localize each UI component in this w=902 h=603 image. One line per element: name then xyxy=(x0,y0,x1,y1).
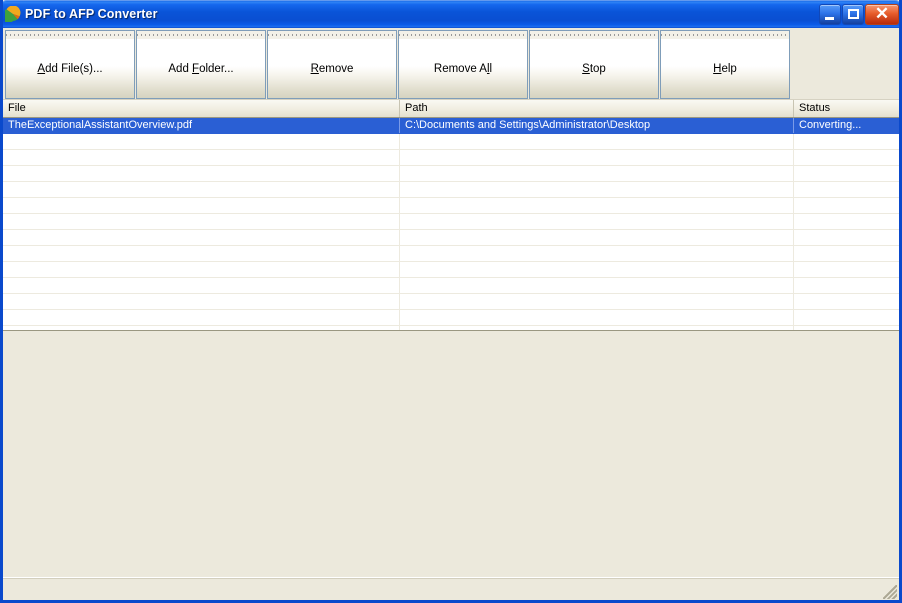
remove-all-button[interactable]: Remove All xyxy=(398,30,528,99)
cell-empty xyxy=(3,214,400,229)
file-list-view[interactable]: File Path Status TheExceptionalAssistant… xyxy=(3,100,899,331)
cell-empty xyxy=(400,262,794,277)
toolbar-empty-area xyxy=(791,30,899,99)
add-folder-button[interactable]: Add Folder... xyxy=(136,30,266,99)
cell-empty xyxy=(3,182,400,197)
table-row[interactable] xyxy=(3,214,899,230)
button-grip-strip xyxy=(660,30,790,39)
table-row[interactable]: TheExceptionalAssistantOverview.pdf C:\D… xyxy=(3,118,899,134)
file-list-header: File Path Status xyxy=(3,100,899,118)
table-row[interactable] xyxy=(3,310,899,326)
cell-empty xyxy=(3,278,400,293)
cell-empty xyxy=(794,182,899,197)
cell-empty xyxy=(400,294,794,309)
title-bar[interactable]: PDF to AFP Converter ✕ xyxy=(3,0,899,28)
column-header-file[interactable]: File xyxy=(3,100,400,117)
cell-empty xyxy=(794,214,899,229)
add-files-button[interactable]: Add File(s)... xyxy=(5,30,135,99)
cell-empty xyxy=(794,166,899,181)
table-row[interactable] xyxy=(3,134,899,150)
application-window: PDF to AFP Converter ✕ Add File(s)... Ad… xyxy=(0,0,902,603)
cell-empty xyxy=(794,310,899,325)
close-button[interactable]: ✕ xyxy=(865,3,899,25)
maximize-button[interactable] xyxy=(842,3,864,25)
cell-empty xyxy=(400,134,794,149)
status-bar xyxy=(3,577,899,600)
button-face: Add File(s)... xyxy=(5,39,135,99)
cell-empty xyxy=(3,166,400,181)
cell-empty xyxy=(3,294,400,309)
table-row[interactable] xyxy=(3,230,899,246)
cell-path: C:\Documents and Settings\Administrator\… xyxy=(400,118,794,133)
cell-empty xyxy=(794,278,899,293)
cell-empty xyxy=(400,214,794,229)
cell-empty xyxy=(3,310,400,325)
add-files-label: Add File(s)... xyxy=(37,62,103,75)
toolbar: Add File(s)... Add Folder... Remove Remo… xyxy=(3,28,899,100)
cell-empty xyxy=(794,150,899,165)
cell-empty xyxy=(3,134,400,149)
window-controls: ✕ xyxy=(819,3,899,25)
table-row[interactable] xyxy=(3,182,899,198)
remove-all-label: Remove All xyxy=(433,62,493,75)
cell-empty xyxy=(3,150,400,165)
table-row[interactable] xyxy=(3,278,899,294)
file-list-rows: TheExceptionalAssistantOverview.pdf C:\D… xyxy=(3,118,899,330)
cell-empty xyxy=(400,246,794,261)
column-header-status[interactable]: Status xyxy=(794,100,899,117)
cell-empty xyxy=(794,198,899,213)
cell-empty xyxy=(3,262,400,277)
cell-empty xyxy=(400,230,794,245)
cell-empty xyxy=(3,230,400,245)
remove-button[interactable]: Remove xyxy=(267,30,397,99)
cell-empty xyxy=(794,230,899,245)
resize-grip-icon[interactable] xyxy=(883,585,897,599)
remove-label: Remove xyxy=(310,62,354,75)
button-grip-strip xyxy=(5,30,135,39)
table-row[interactable] xyxy=(3,166,899,182)
help-label: Help xyxy=(713,62,737,75)
cell-empty xyxy=(400,182,794,197)
table-row[interactable] xyxy=(3,246,899,262)
cell-empty xyxy=(794,262,899,277)
button-grip-strip xyxy=(267,30,397,39)
cell-status: Converting... xyxy=(799,119,862,131)
table-row[interactable] xyxy=(3,198,899,214)
column-header-path[interactable]: Path xyxy=(400,100,794,117)
cell-empty xyxy=(400,150,794,165)
button-face: Help xyxy=(660,39,790,99)
cell-empty xyxy=(400,278,794,293)
add-folder-label: Add Folder... xyxy=(168,62,234,75)
stop-button[interactable]: Stop xyxy=(529,30,659,99)
button-face: Remove xyxy=(267,39,397,99)
window-title: PDF to AFP Converter xyxy=(25,7,158,21)
pacman-app-icon xyxy=(3,5,21,24)
button-grip-strip xyxy=(136,30,266,39)
cell-empty xyxy=(794,134,899,149)
options-area: Include subfolder(s) Output Options Oupt… xyxy=(3,331,899,527)
minimize-button[interactable] xyxy=(819,3,841,25)
button-face: Remove All xyxy=(398,39,528,99)
button-face: Stop xyxy=(529,39,659,99)
file-list-empty-rows xyxy=(3,134,899,330)
cell-empty xyxy=(3,198,400,213)
table-row[interactable] xyxy=(3,294,899,310)
button-grip-strip xyxy=(529,30,659,39)
cell-empty xyxy=(3,246,400,261)
cell-empty xyxy=(400,166,794,181)
help-button[interactable]: Help xyxy=(660,30,790,99)
cell-empty xyxy=(400,310,794,325)
cell-empty xyxy=(794,246,899,261)
table-row[interactable] xyxy=(3,150,899,166)
cell-file: TheExceptionalAssistantOverview.pdf xyxy=(3,118,400,133)
button-grip-strip xyxy=(398,30,528,39)
table-row[interactable] xyxy=(3,262,899,278)
cell-empty xyxy=(794,294,899,309)
stop-label: Stop xyxy=(582,62,606,75)
button-face: Add Folder... xyxy=(136,39,266,99)
cell-empty xyxy=(400,198,794,213)
